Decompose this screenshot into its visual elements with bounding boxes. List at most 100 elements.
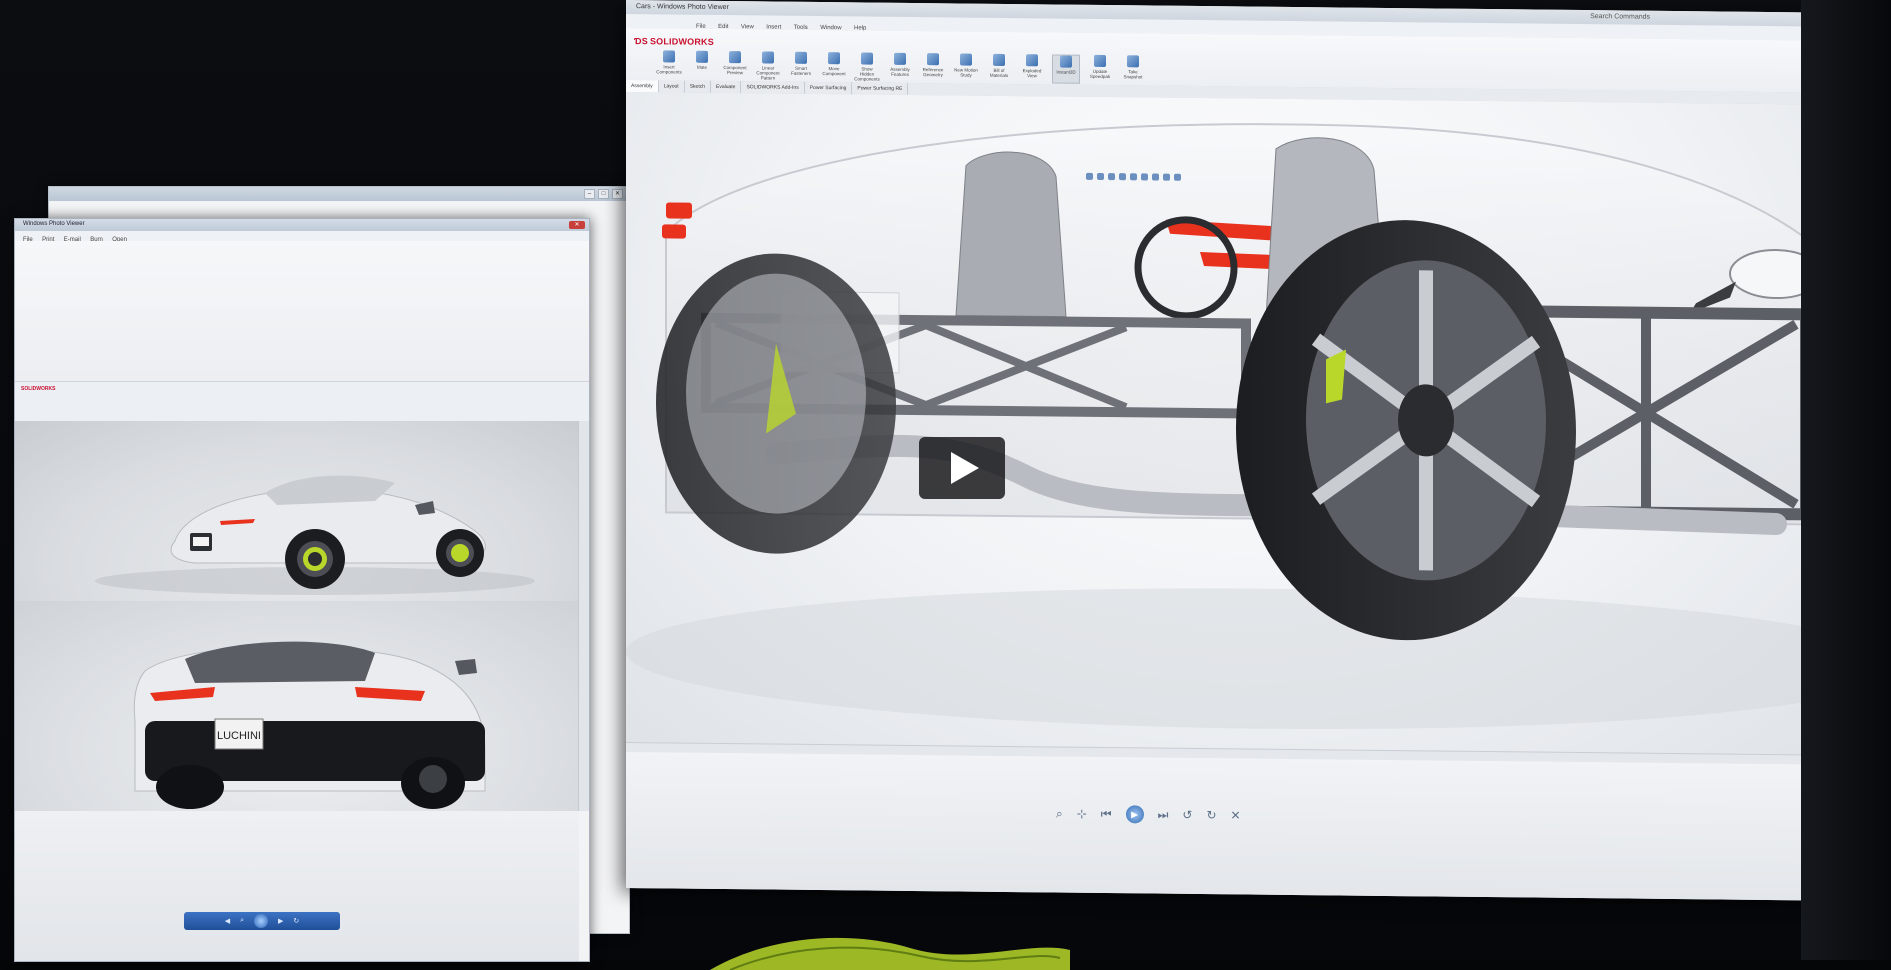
close-button[interactable]: ✕ — [569, 221, 585, 229]
ribbon-tool-show-hidden[interactable]: Show Hidden Components — [854, 52, 880, 82]
photo-viewer-blank-area — [15, 241, 589, 381]
rotate-right-icon[interactable]: ↻ — [1206, 808, 1216, 822]
tab-power-surfacing[interactable]: Power Surfacing — [804, 81, 853, 95]
ribbon-tool-group: Insert Components Mate Component Preview Li… — [656, 50, 1146, 84]
ribbon-tool-reference-geometry[interactable]: Reference Geometry — [920, 53, 946, 82]
photo-viewer-controls: ◀ ⌕ ▶ ↻ — [184, 912, 340, 930]
monitor-bezel-right — [1801, 0, 1891, 960]
ribbon-tool-label: Smart Fasteners — [790, 65, 811, 76]
tab-evaluate[interactable]: Evaluate — [711, 80, 742, 94]
solidworks-window: Cars - Windows Photo Viewer Search Comma… — [626, 0, 1850, 901]
ribbon-tool-fastener[interactable]: Smart Fasteners — [788, 51, 814, 81]
maximize-button[interactable]: □ — [598, 189, 609, 199]
close-button[interactable]: ✕ — [612, 189, 623, 199]
tab-assembly[interactable]: Assembly — [626, 80, 659, 93]
car-rear-illustration: LUCHINI — [133, 641, 486, 809]
component-preview-icon — [729, 51, 741, 64]
pattern-icon — [762, 51, 774, 64]
solidworks-logo: ƊS SOLIDWORKS — [634, 36, 714, 47]
ribbon-tool-label: Update Speedpak — [1089, 68, 1111, 80]
ribbon-tool-instant3d[interactable]: Instant3D — [1052, 54, 1080, 84]
view-orientation-icon[interactable] — [1130, 173, 1137, 181]
ribbon-tool-label: Mate — [696, 64, 707, 70]
video-play-button[interactable] — [919, 437, 1005, 499]
ribbon-tool-label: Move Component — [822, 66, 846, 77]
tab-layout[interactable]: Layout — [658, 80, 685, 93]
ribbon-tool-pattern[interactable]: Linear Component Pattern — [755, 51, 781, 81]
slideshow-button[interactable]: ▶ — [1125, 805, 1144, 824]
ribbon-tool-exploded-view[interactable]: Exploded View — [1019, 54, 1045, 83]
ds-logo-icon: ƊS — [634, 36, 648, 47]
motion-study-icon — [960, 53, 972, 66]
display-style-icon[interactable] — [1141, 173, 1148, 181]
bom-icon — [993, 53, 1005, 66]
slideshow-button[interactable] — [254, 914, 269, 928]
car-side-illustration — [95, 475, 535, 595]
graphics-viewport[interactable] — [626, 92, 1850, 755]
previous-view-icon[interactable] — [1108, 173, 1115, 181]
previous-icon[interactable]: ⏮ — [1101, 806, 1112, 821]
zoom-icon[interactable]: ⌕ — [1056, 806, 1063, 821]
zoom-to-fit-icon[interactable] — [1086, 172, 1093, 180]
ribbon-tool-motion-study[interactable]: New Motion Study — [953, 53, 979, 82]
heads-up-view-toolbar — [1086, 172, 1181, 181]
exploded-view-icon — [1026, 54, 1038, 67]
previous-icon[interactable]: ◀ — [225, 917, 230, 925]
tab-solidworks-add-ins[interactable]: SOLIDWORKS Add-Ins — [741, 81, 805, 94]
photo-viewer-window: Windows Photo Viewer ✕ File Print E-mail… — [14, 218, 590, 962]
tab-sketch[interactable]: Sketch — [684, 80, 711, 93]
car-render-rear-view: LUCHINI — [15, 601, 579, 811]
car-render-side-view — [15, 421, 579, 601]
ribbon-tool-snapshot[interactable]: Take Snapshot — [1120, 55, 1146, 84]
ribbon-tool-label: Assembly Features — [890, 66, 910, 77]
insert-components-icon — [663, 50, 675, 63]
ribbon-tool-mate[interactable]: Mate — [689, 50, 715, 80]
play-icon — [951, 452, 979, 484]
ribbon-tool-insert-components[interactable]: Insert Components — [656, 50, 682, 79]
fit-window-icon[interactable]: ⊹ — [1077, 807, 1087, 821]
ribbon-tool-label: Exploded View — [1022, 68, 1042, 79]
tab-power-surfacing-re[interactable]: Power Surfacing RE — [852, 82, 909, 95]
scene-icon[interactable] — [1174, 173, 1181, 181]
ribbon-tool-assembly-features[interactable]: Assembly Features — [887, 52, 913, 82]
ribbon-tool-label: Insert Components — [656, 64, 682, 75]
speedpak-icon — [1094, 54, 1106, 68]
ribbon-tool-bom[interactable]: Bill of Materials — [986, 53, 1012, 83]
photo-viewer-title: Windows Photo Viewer — [23, 221, 85, 227]
show-hidden-icon — [861, 52, 873, 65]
embedded-cad-toolbar: SOLIDWORKS — [15, 381, 589, 423]
rotate-left-icon[interactable]: ↺ — [1182, 808, 1192, 822]
image-player-controls: ⌕ ⊹ ⏮ ▶ ⏭ ↺ ↻ ✕ — [1056, 805, 1241, 825]
delete-icon[interactable]: ✕ — [1231, 808, 1241, 822]
ribbon-tool-label: Component Preview — [723, 65, 747, 76]
next-icon[interactable]: ▶ — [278, 917, 283, 925]
search-commands-field[interactable]: Search Commands — [1590, 13, 1650, 21]
zoom-area-icon[interactable] — [1097, 172, 1104, 181]
license-plate-text: LUCHINI — [217, 730, 261, 742]
hide-show-icon[interactable] — [1152, 173, 1159, 181]
snapshot-icon — [1127, 55, 1139, 68]
rotate-icon[interactable]: ↻ — [293, 917, 299, 925]
ribbon-tool-speedpak[interactable]: Update Speedpak — [1087, 54, 1113, 84]
zoom-icon[interactable]: ⌕ — [240, 917, 244, 925]
ribbon-tool-component-preview[interactable]: Component Preview — [722, 51, 748, 80]
car-chassis-model — [626, 123, 1850, 730]
minimize-button[interactable]: – — [584, 189, 595, 199]
photo-viewer-scrollbar[interactable] — [578, 421, 589, 811]
ribbon-tool-move-component[interactable]: Move Component — [821, 52, 847, 81]
appearance-icon[interactable] — [1163, 173, 1170, 181]
solidworks-logo: SOLIDWORKS — [21, 386, 56, 392]
ribbon-tool-label: Take Snapshot — [1123, 69, 1143, 80]
ribbon-tool-label: Bill of Materials — [989, 67, 1009, 79]
green-mesh-render — [710, 937, 1070, 970]
photo-viewer-footer — [15, 811, 579, 961]
photo-viewer-background — [626, 752, 1850, 901]
ribbon-tool-label: Show Hidden Components — [854, 66, 880, 82]
next-icon[interactable]: ⏭ — [1158, 807, 1169, 822]
ribbon-tool-label: Reference Geometry — [922, 67, 944, 78]
section-view-icon[interactable] — [1119, 173, 1126, 181]
ribbon-tool-label: Linear Component Pattern — [756, 65, 780, 81]
photo-viewer-menubar: File Print E-mail Burn Open — [15, 231, 589, 243]
photo-viewer-back-titlebar — [49, 187, 629, 201]
ribbon-tool-label: Instant3D — [1056, 69, 1076, 75]
